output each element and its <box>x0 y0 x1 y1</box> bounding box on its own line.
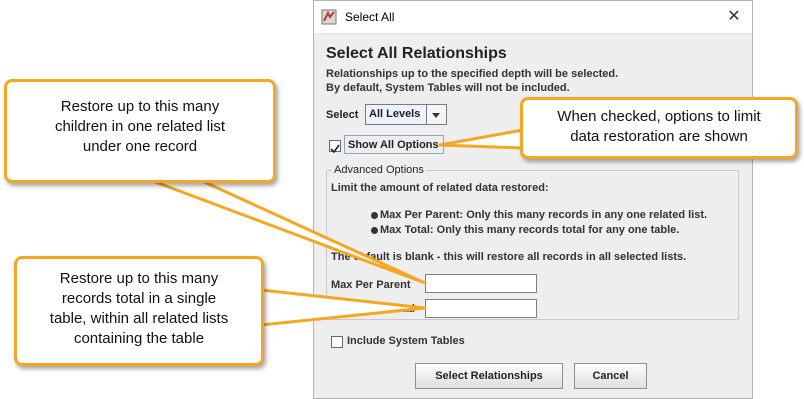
callout-line: When checked, options to limit <box>557 108 761 125</box>
callout-max-per-parent: Restore up to this many children in one … <box>4 79 276 183</box>
callout-max-total: Restore up to this many records total in… <box>14 256 264 366</box>
callout-line: Restore up to this many <box>59 270 219 287</box>
callout-line: Restore up to this many <box>60 98 220 115</box>
callout-line: data restoration are shown <box>570 128 748 145</box>
callout-3-pointer <box>438 128 525 150</box>
callout-line: records total in a single <box>61 290 217 307</box>
callout-2-pointer <box>259 288 427 327</box>
callout-line: under one record <box>82 138 198 155</box>
callout-line: children in one related list <box>54 118 226 135</box>
callout-line: containing the table <box>73 330 205 347</box>
callout-line: table, within all related lists <box>49 310 229 327</box>
callout-show-all-options: When checked, options to limit data rest… <box>520 97 798 159</box>
